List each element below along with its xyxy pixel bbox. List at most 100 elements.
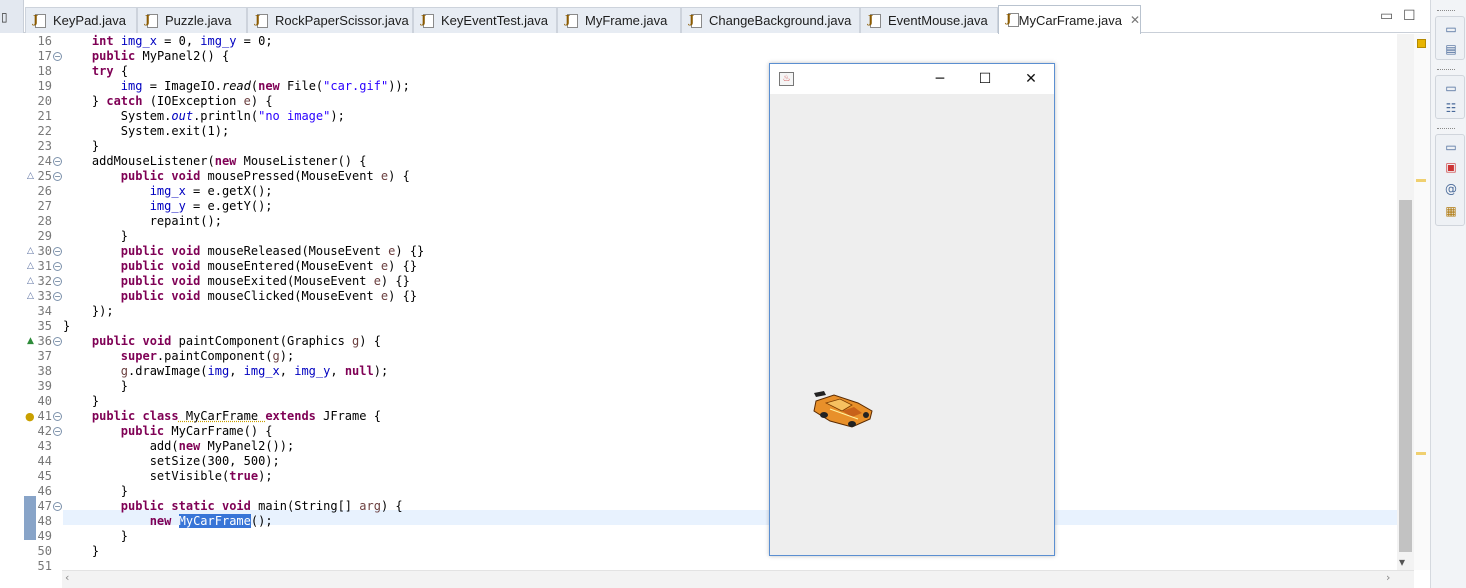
- line-number: 23: [37, 139, 52, 153]
- line-number: 46: [37, 484, 52, 498]
- right-trim-toolbar: ▭ ▤ ▭ ☷ ▭ ▣ @ ▦: [1430, 0, 1466, 588]
- code-line: public void mouseEntered(MouseEvent e) {…: [120, 259, 418, 273]
- tab-myframe[interactable]: J MyFrame.java: [557, 7, 681, 33]
- tab-rockpaperscissor[interactable]: J RockPaperScissor.java: [247, 7, 413, 33]
- horizontal-scrollbar[interactable]: ‹ ›: [62, 570, 1414, 588]
- line-number: 30: [37, 244, 52, 258]
- code-line: public MyPanel2() {: [91, 49, 230, 63]
- code-line: setVisible(true);: [149, 469, 273, 483]
- scroll-down-arrow-icon[interactable]: ▾: [1399, 555, 1405, 569]
- line-number: 32: [37, 274, 52, 288]
- task-list-icon[interactable]: ▤: [1443, 41, 1459, 57]
- minimize-editor-icon[interactable]: ▭: [1380, 8, 1393, 24]
- warning-indicator[interactable]: [1417, 39, 1426, 48]
- fold-toggle-icon[interactable]: −: [53, 172, 62, 181]
- code-line: public class MyCarFrame extends JFrame {: [91, 409, 381, 423]
- code-line: add(new MyPanel2());: [149, 439, 295, 453]
- line-number: 35: [37, 319, 52, 333]
- outline-icon[interactable]: ☷: [1443, 100, 1459, 116]
- tab-eventmouse[interactable]: J EventMouse.java: [860, 7, 998, 33]
- collapsed-view-stub[interactable]: ▯: [0, 0, 24, 33]
- restore-icon[interactable]: ▭: [1443, 21, 1459, 37]
- line-number: 29: [37, 229, 52, 243]
- problems-icon[interactable]: ▣: [1443, 159, 1459, 175]
- line-number: 43: [37, 439, 52, 453]
- line-number: 33: [37, 289, 52, 303]
- line-number: 28: [37, 214, 52, 228]
- line-number: 22: [37, 124, 52, 138]
- window-close-button[interactable]: ✕: [1008, 64, 1054, 94]
- code-line: }: [120, 529, 129, 543]
- implements-marker-icon[interactable]: △: [27, 274, 34, 289]
- occurrence-indicator[interactable]: [1416, 452, 1426, 455]
- restore-icon[interactable]: ▭: [1443, 80, 1459, 96]
- fold-toggle-icon[interactable]: −: [53, 337, 62, 346]
- line-number: 44: [37, 454, 52, 468]
- maximize-editor-icon[interactable]: ☐: [1403, 8, 1416, 24]
- tab-mycarframe[interactable]: J MyCarFrame.java ✕: [998, 5, 1141, 34]
- tab-puzzle[interactable]: J Puzzle.java: [137, 7, 247, 33]
- code-line: setSize(300, 500);: [149, 454, 280, 468]
- code-line: public void mouseExited(MouseEvent e) {}: [120, 274, 410, 288]
- fold-toggle-icon[interactable]: −: [53, 262, 62, 271]
- implements-marker-icon[interactable]: △: [27, 244, 34, 259]
- line-number: 36: [37, 334, 52, 348]
- warning-lightbulb-icon[interactable]: ●: [25, 409, 35, 424]
- window-minimize-button[interactable]: ─: [917, 64, 963, 94]
- code-line: public MyCarFrame() {: [120, 424, 273, 438]
- tab-keypad[interactable]: J KeyPad.java: [25, 7, 137, 33]
- declaration-icon[interactable]: ▦: [1443, 203, 1459, 219]
- code-line: }: [91, 394, 100, 408]
- line-number: 26: [37, 184, 52, 198]
- fold-toggle-icon[interactable]: −: [53, 502, 62, 511]
- implements-marker-icon[interactable]: △: [27, 169, 34, 184]
- overview-ruler[interactable]: [1414, 34, 1430, 570]
- trim-group-2: ▭ ☷: [1435, 75, 1465, 119]
- overrides-marker-icon[interactable]: ▲: [27, 334, 34, 349]
- toolbar-grip: [1437, 69, 1455, 72]
- line-number: 27: [37, 199, 52, 213]
- fold-toggle-icon[interactable]: −: [53, 412, 62, 421]
- code-line: public void mouseClicked(MouseEvent e) {…: [120, 289, 418, 303]
- close-tab-icon[interactable]: ✕: [1130, 13, 1140, 27]
- toolbar-grip: [1437, 128, 1455, 131]
- code-line: int img_x = 0, img_y = 0;: [91, 34, 273, 48]
- line-number: 51: [37, 559, 52, 573]
- tab-keyeventtest[interactable]: J KeyEventTest.java: [413, 7, 557, 33]
- window-maximize-button[interactable]: ☐: [962, 64, 1008, 94]
- mycarframe-window[interactable]: ♨ ─ ☐ ✕: [769, 63, 1055, 556]
- code-line: addMouseListener(new MouseListener() {: [91, 154, 367, 168]
- line-number: 19: [37, 79, 52, 93]
- code-line: img_x = e.getX();: [149, 184, 273, 198]
- scroll-right-arrow-icon[interactable]: ›: [1386, 571, 1390, 584]
- fold-toggle-icon[interactable]: −: [53, 247, 62, 256]
- line-number: 34: [37, 304, 52, 318]
- scroll-left-arrow-icon[interactable]: ‹: [65, 571, 69, 584]
- implements-marker-icon[interactable]: △: [27, 289, 34, 304]
- restore-icon[interactable]: ▭: [1443, 139, 1459, 155]
- java-file-icon: J: [420, 13, 436, 29]
- code-line: }: [91, 544, 100, 558]
- code-line: }: [63, 319, 71, 333]
- line-number: 50: [37, 544, 52, 558]
- fold-toggle-icon[interactable]: −: [53, 157, 62, 166]
- window-title-bar[interactable]: ♨ ─ ☐ ✕: [770, 64, 1054, 94]
- fold-toggle-icon[interactable]: −: [53, 277, 62, 286]
- fold-toggle-icon[interactable]: −: [53, 427, 62, 436]
- fold-toggle-icon[interactable]: −: [53, 52, 62, 61]
- fold-toggle-icon[interactable]: −: [53, 292, 62, 301]
- occurrence-indicator[interactable]: [1416, 179, 1426, 182]
- toolbar-grip: [1437, 10, 1455, 13]
- implements-marker-icon[interactable]: △: [27, 259, 34, 274]
- java-file-icon: J: [254, 13, 270, 29]
- editor-tab-bar: ▯ J KeyPad.java J Puzzle.java J RockPape…: [0, 0, 1430, 34]
- line-number: 40: [37, 394, 52, 408]
- line-number: 38: [37, 364, 52, 378]
- code-editor[interactable]: 16 17 18 19 20 21 22 23 24 25 26 27 28 2…: [0, 34, 1414, 573]
- car-image: [813, 391, 873, 428]
- code-line: img_y = e.getY();: [149, 199, 273, 213]
- line-number: 47: [37, 499, 52, 513]
- javadoc-icon[interactable]: @: [1443, 181, 1459, 197]
- vertical-scroll-thumb[interactable]: [1399, 200, 1412, 552]
- tab-changebackground[interactable]: J ChangeBackground.java: [681, 7, 860, 33]
